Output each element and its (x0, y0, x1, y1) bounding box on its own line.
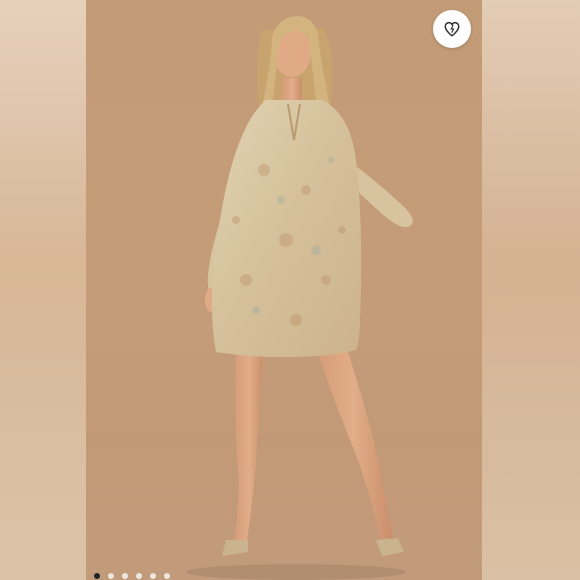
listing-image-viewer (0, 0, 580, 580)
gallery-pagination (94, 573, 170, 579)
gallery-dot[interactable] (108, 573, 114, 579)
blurred-left-edge (0, 0, 86, 580)
gallery-dot[interactable] (150, 573, 156, 579)
blurred-right-edge (482, 0, 580, 580)
product-photo[interactable] (86, 0, 482, 580)
like-button[interactable] (433, 10, 471, 48)
gallery-dot[interactable] (136, 573, 142, 579)
model-in-dress-image (186, 16, 413, 580)
heart-icon (444, 21, 460, 37)
gallery-dot[interactable] (122, 573, 128, 579)
gallery-dot[interactable] (94, 573, 100, 579)
gallery-dot[interactable] (164, 573, 170, 579)
